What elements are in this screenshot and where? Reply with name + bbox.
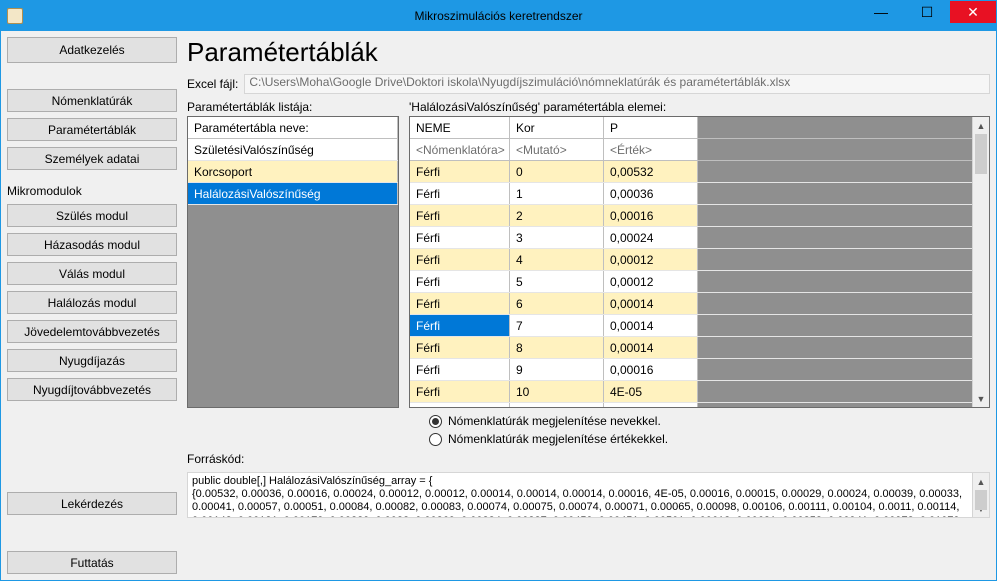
table-row[interactable]: Férfi40,00012: [410, 249, 972, 271]
meta-neme: <Nómenklatóra>: [410, 139, 510, 160]
window-title: Mikroszimulációs keretrendszer: [1, 9, 996, 23]
list-item[interactable]: SzületésiValószínűség: [188, 139, 398, 161]
table-row[interactable]: Férfi104E-05: [410, 381, 972, 403]
code-scroll-up-icon[interactable]: ▲: [973, 473, 989, 490]
radio-values[interactable]: Nómenklatúrák megjelenítése értékekkel.: [429, 432, 990, 446]
param-tables-list[interactable]: Paramétertábla neve: SzületésiValószínűs…: [187, 116, 399, 408]
table-row[interactable]: Férfi90,00016: [410, 359, 972, 381]
module-button-2[interactable]: Válás modul: [7, 262, 177, 285]
list-item[interactable]: Korcsoport: [188, 161, 398, 183]
meta-p: <Érték>: [604, 139, 698, 160]
table-row[interactable]: Férfi80,00014: [410, 337, 972, 359]
nav-button-2[interactable]: Személyek adatai: [7, 147, 177, 170]
module-button-3[interactable]: Halálozás modul: [7, 291, 177, 314]
list-header[interactable]: Paramétertábla neve:: [188, 117, 398, 138]
maximize-button[interactable]: ☐: [904, 1, 950, 23]
code-scrollbar[interactable]: ▲ ▼: [972, 473, 989, 517]
minimize-button[interactable]: —: [858, 1, 904, 23]
col-p[interactable]: P: [604, 117, 698, 138]
list-label: Paramétertáblák listája:: [187, 100, 399, 114]
module-button-0[interactable]: Szülés modul: [7, 204, 177, 227]
scroll-thumb[interactable]: [975, 134, 987, 174]
col-kor[interactable]: Kor: [510, 117, 604, 138]
module-button-4[interactable]: Jövedelemtovábbvezetés: [7, 320, 177, 343]
table-row[interactable]: Férfi10,00036: [410, 183, 972, 205]
scroll-up-icon[interactable]: ▲: [973, 117, 989, 134]
mikromodulok-label: Mikromodulok: [7, 184, 177, 198]
radio-names-label: Nómenklatúrák megjelenítése nevekkel.: [448, 414, 661, 428]
param-detail-grid[interactable]: NEME Kor P <Nómenklatóra> <Mutató> <Érté…: [409, 116, 990, 408]
scroll-down-icon[interactable]: ▼: [973, 390, 989, 407]
col-neme[interactable]: NEME: [410, 117, 510, 138]
excel-label: Excel fájl:: [187, 77, 238, 91]
table-row[interactable]: Férfi110,00016: [410, 403, 972, 407]
table-row[interactable]: Férfi30,00024: [410, 227, 972, 249]
table-row[interactable]: Férfi00,00532: [410, 161, 972, 183]
source-code-area[interactable]: public double[,] HalálozásiValószínűség_…: [187, 472, 990, 518]
code-scroll-thumb[interactable]: [975, 490, 987, 510]
meta-kor: <Mutató>: [510, 139, 604, 160]
module-button-1[interactable]: Házasodás modul: [7, 233, 177, 256]
lekerdezes-button[interactable]: Lekérdezés: [7, 492, 177, 515]
table-row[interactable]: Férfi20,00016: [410, 205, 972, 227]
futtatas-button[interactable]: Futtatás: [7, 551, 177, 574]
titlebar[interactable]: Mikroszimulációs keretrendszer — ☐ ✕: [1, 1, 996, 31]
detail-label: 'HalálozásiValószínűség' paramétertábla …: [409, 100, 990, 114]
detail-scrollbar[interactable]: ▲ ▼: [972, 117, 989, 407]
table-row[interactable]: Férfi70,00014: [410, 315, 972, 337]
code-label: Forráskód:: [187, 452, 990, 466]
radio-names[interactable]: Nómenklatúrák megjelenítése nevekkel.: [429, 414, 990, 428]
table-row[interactable]: Férfi60,00014: [410, 293, 972, 315]
list-item[interactable]: HalálozásiValószínűség: [188, 183, 398, 205]
module-button-5[interactable]: Nyugdíjazás: [7, 349, 177, 372]
app-icon: [7, 8, 23, 24]
excel-path-field[interactable]: C:\Users\Moha\Google Drive\Doktori iskol…: [244, 74, 990, 94]
nav-button-1[interactable]: Paramétertáblák: [7, 118, 177, 141]
radio-values-label: Nómenklatúrák megjelenítése értékekkel.: [448, 432, 668, 446]
col-blank: [698, 117, 972, 138]
module-button-6[interactable]: Nyugdíjtovábbvezetés: [7, 378, 177, 401]
close-button[interactable]: ✕: [950, 1, 996, 23]
adatkezeles-button[interactable]: Adatkezelés: [7, 37, 177, 63]
table-row[interactable]: Férfi50,00012: [410, 271, 972, 293]
page-title: Paramétertáblák: [187, 37, 990, 68]
nav-button-0[interactable]: Nómenklatúrák: [7, 89, 177, 112]
